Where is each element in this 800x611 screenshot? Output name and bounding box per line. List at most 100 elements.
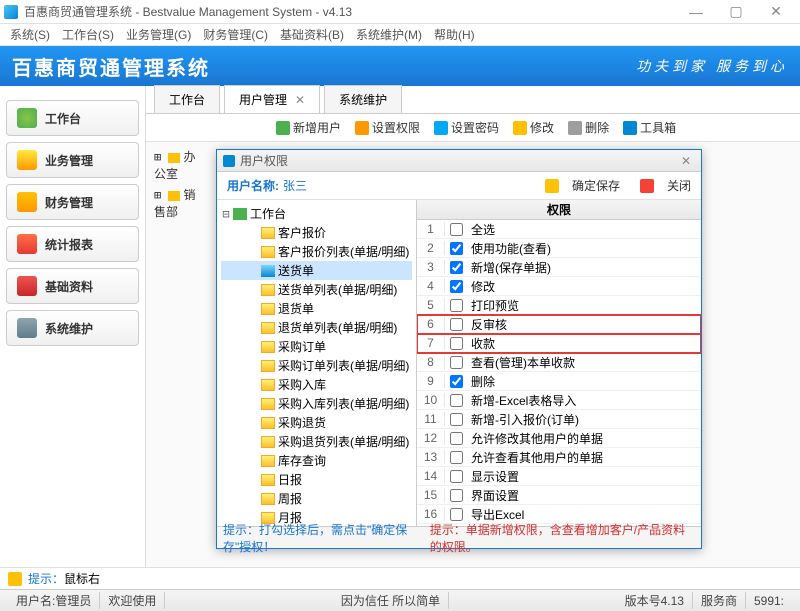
tree-node[interactable]: 客户报价 [221,223,412,242]
permission-label: 全选 [467,221,701,238]
dialog-icon [223,155,235,167]
permission-checkbox[interactable] [450,394,463,407]
permission-checkbox[interactable] [450,299,463,312]
permission-row: 6反审核 [417,315,701,334]
permission-checkbox[interactable] [450,508,463,521]
tree-node[interactable]: ⊟工作台 [221,204,412,223]
toolbar-button[interactable]: 设置密码 [434,119,499,136]
permission-row: 9删除 [417,372,701,391]
toolbar-label: 删除 [585,119,609,136]
close-button[interactable]: ✕ [756,0,796,24]
hint-text: 鼠标右 [64,570,100,587]
tab-label: 用户管理 [239,93,287,107]
row-number: 15 [417,488,445,502]
permission-checkbox[interactable] [450,318,463,331]
tree-node[interactable]: 送货单 [221,261,412,280]
node-label: 送货单 [278,262,314,279]
permission-checkbox[interactable] [450,375,463,388]
toolbar-button[interactable]: 工具箱 [623,119,676,136]
node-icon [261,493,275,505]
tree-node[interactable]: 送货单列表(单据/明细) [221,280,412,299]
sidebar-button[interactable]: 财务管理 [6,184,139,220]
sidebar-button[interactable]: 基础资料 [6,268,139,304]
permission-label: 新增-引入报价(订单) [467,411,701,428]
permission-row: 13允许查看其他用户的单据 [417,448,701,467]
menu-item[interactable]: 帮助(H) [428,26,481,43]
menu-item[interactable]: 业务管理(G) [120,26,197,43]
tree-node[interactable]: 采购订单 [221,337,412,356]
tree-node[interactable]: 客户报价列表(单据/明细) [221,242,412,261]
folder-icon [168,191,180,201]
permission-checkbox[interactable] [450,356,463,369]
expand-icon[interactable]: ⊞ [154,188,168,202]
permission-checkbox[interactable] [450,280,463,293]
tree-node[interactable]: 库存查询 [221,451,412,470]
tree-node[interactable]: 周报 [221,489,412,508]
hint-bar: 提示： 鼠标右 [0,567,800,589]
dialog-body: ⊟工作台客户报价客户报价列表(单据/明细)送货单送货单列表(单据/明细)退货单退… [217,200,701,526]
toolbar-button[interactable]: 新增用户 [276,119,341,136]
permission-checkbox[interactable] [450,451,463,464]
node-icon [261,265,275,277]
close-button[interactable]: 关闭 [630,177,691,194]
tree-node[interactable]: 采购退货列表(单据/明细) [221,432,412,451]
permission-checkbox[interactable] [450,470,463,483]
minimize-button[interactable]: — [676,0,716,24]
toolbar-button[interactable]: 删除 [568,119,609,136]
toolbar-label: 设置密码 [451,119,499,136]
tree-node[interactable]: 采购退货 [221,413,412,432]
menu-item[interactable]: 基础资料(B) [274,26,350,43]
permission-label: 显示设置 [467,468,701,485]
tree-node[interactable]: 退货单列表(单据/明细) [221,318,412,337]
module-tree[interactable]: ⊟工作台客户报价客户报价列表(单据/明细)送货单送货单列表(单据/明细)退货单退… [217,200,417,526]
permission-row: 12允许修改其他用户的单据 [417,429,701,448]
permission-checkbox[interactable] [450,432,463,445]
toolbar: 新增用户设置权限 设置密码修改 删除工具箱 [146,114,800,142]
node-icon [261,398,275,410]
sidebar-button[interactable]: 统计报表 [6,226,139,262]
menu-item[interactable]: 系统维护(M) [350,26,428,43]
tab[interactable]: 系统维护 [324,85,402,113]
dept-node[interactable]: ⊞ 办公室 [150,146,202,184]
tab[interactable]: 用户管理 ✕ [224,85,320,113]
tree-node[interactable]: 采购入库列表(单据/明细) [221,394,412,413]
tab[interactable]: 工作台 [154,85,220,113]
toolbar-button[interactable]: 设置权限 [355,119,420,136]
menu-item[interactable]: 财务管理(C) [197,26,274,43]
permission-checkbox[interactable] [450,223,463,236]
row-number: 4 [417,279,445,293]
dept-node[interactable]: ⊞ 销售部 [150,184,202,222]
toggle-icon[interactable]: ⊟ [221,207,231,221]
permission-row: 7收款 [417,334,701,353]
sidebar-label: 工作台 [45,110,81,127]
sidebar-icon [17,234,37,254]
dialog-close-icon[interactable]: ✕ [677,154,695,168]
permission-checkbox[interactable] [450,337,463,350]
sidebar-button[interactable]: 业务管理 [6,142,139,178]
tree-node[interactable]: 日报 [221,470,412,489]
tree-node[interactable]: 采购入库 [221,375,412,394]
permission-checkbox[interactable] [450,242,463,255]
dialog-titlebar: 用户权限 ✕ [217,150,701,172]
menu-item[interactable]: 系统(S) [4,26,56,43]
node-icon [261,379,275,391]
permission-checkbox[interactable] [450,261,463,274]
row-number: 13 [417,450,445,464]
expand-icon[interactable]: ⊞ [154,150,168,164]
app-icon [4,5,18,19]
titlebar: 百惠商贸通管理系统 - Bestvalue Management System … [0,0,800,24]
sidebar-button[interactable]: 工作台 [6,100,139,136]
tab-close-icon[interactable]: ✕ [295,93,305,107]
permission-row: 3新增(保存单据) [417,258,701,277]
tree-node[interactable]: 退货单 [221,299,412,318]
confirm-save-button[interactable]: 确定保存 [535,177,620,194]
node-icon [261,284,275,296]
toolbar-button[interactable]: 修改 [513,119,554,136]
tree-node[interactable]: 采购订单列表(单据/明细) [221,356,412,375]
menu-item[interactable]: 工作台(S) [56,26,120,43]
permission-checkbox[interactable] [450,413,463,426]
tab-strip: 工作台 用户管理 ✕ 系统维护 [146,86,800,114]
maximize-button[interactable]: ▢ [716,0,756,24]
sidebar-button[interactable]: 系统维护 [6,310,139,346]
permission-checkbox[interactable] [450,489,463,502]
